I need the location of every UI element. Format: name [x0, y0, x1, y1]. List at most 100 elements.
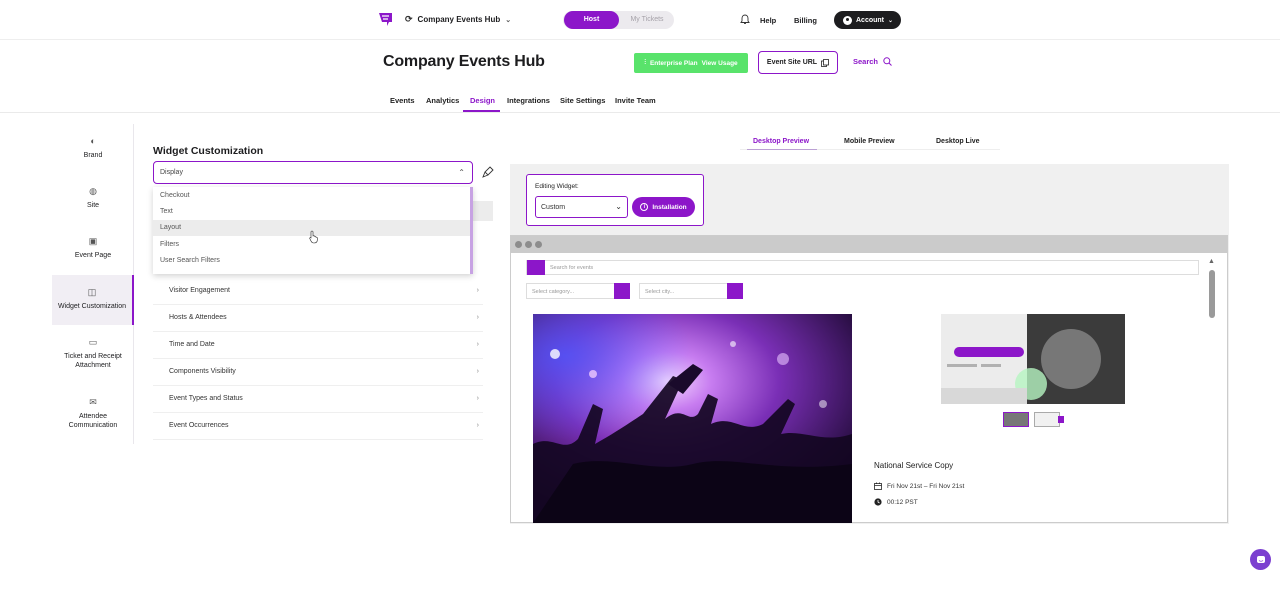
reset-style-button[interactable] [478, 163, 498, 181]
sidebar-item-label: Event Page [74, 252, 112, 259]
list-item-label: Time and Date [169, 341, 215, 348]
widget-icon: ◫ [87, 287, 97, 297]
widget-category-filter[interactable]: Select category... [526, 283, 630, 299]
plan-usage-button[interactable]: ⫶ Enterprise Plan View Usage [634, 53, 748, 73]
widget-category-select[interactable]: Display ⌃ [153, 161, 473, 184]
chevron-down-icon: ⌄ [615, 202, 622, 211]
billing-link[interactable]: Billing [794, 16, 817, 25]
dropdown-option-text[interactable]: Text [153, 204, 470, 220]
event-image[interactable] [533, 314, 852, 523]
scrollbar-thumb[interactable] [1209, 270, 1215, 318]
sidebar-item-label: Brand [83, 152, 103, 159]
role-host-button[interactable]: Host [564, 11, 619, 29]
chevron-down-icon: ⌄ [505, 16, 512, 24]
installation-label: Installation [652, 203, 687, 211]
event-title[interactable]: National Service Copy [874, 461, 953, 470]
active-preview-tab-indicator [747, 149, 817, 150]
event-date: Fri Nov 21st – Fri Nov 21st [874, 482, 964, 490]
sidebar-item-label: Widget Customization [57, 303, 127, 310]
view-usage-label: View Usage [701, 59, 738, 67]
chart-icon: ⫶ [644, 59, 646, 66]
installation-button[interactable]: i Installation [632, 197, 695, 217]
chevron-down-icon: ⌄ [888, 17, 894, 24]
tab-mobile-preview[interactable]: Mobile Preview [844, 138, 895, 145]
window-dot-icon [525, 241, 532, 248]
tab-desktop-preview[interactable]: Desktop Preview [753, 138, 809, 145]
role-my-tickets-button[interactable]: My Tickets [621, 11, 673, 29]
calendar-icon: ▣ [88, 236, 98, 246]
sidebar-item-brand[interactable]: ◐ Brand [52, 137, 134, 160]
main-tabs: Events Analytics Design Integrations Sit… [0, 92, 1280, 113]
widget-browser-preview: Search for events Select category... Sel… [510, 235, 1228, 523]
brand-logo[interactable] [378, 11, 394, 27]
window-dot-icon [535, 241, 542, 248]
list-item[interactable]: Components Visibility › [153, 359, 483, 386]
thumbnail-option[interactable] [1003, 412, 1029, 427]
list-item-label: Event Types and Status [169, 395, 243, 402]
sidebar-item-ticket-receipt[interactable]: ▭ Ticket and Receipt Attachment [52, 338, 134, 370]
sidebar-item-site[interactable]: ◍ Site [52, 187, 134, 210]
dropdown-icon [614, 283, 630, 299]
tab-analytics[interactable]: Analytics [426, 96, 459, 105]
editing-widget-panel: Editing Widget: Custom ⌄ i Installation [526, 174, 704, 226]
chevron-right-icon: › [476, 395, 479, 402]
list-item[interactable]: Time and Date › [153, 332, 483, 359]
widget-city-filter[interactable]: Select city... [639, 283, 743, 299]
sidebar-item-widget-customization[interactable]: ◫ Widget Customization [52, 275, 134, 325]
list-item[interactable]: Hosts & Attendees › [153, 305, 483, 332]
section-title: Widget Customization [153, 145, 264, 157]
tab-desktop-live[interactable]: Desktop Live [936, 138, 980, 145]
help-link[interactable]: Help [760, 16, 776, 25]
tab-design[interactable]: Design [470, 96, 495, 105]
chevron-right-icon: › [476, 422, 479, 429]
sidebar-item-event-page[interactable]: ▣ Event Page [52, 237, 134, 260]
search-label: Search [853, 57, 879, 66]
sidebar-item-label: Site [86, 202, 100, 209]
list-item[interactable]: Visitor Engagement › [153, 278, 483, 305]
thumbnail-badge-icon [1058, 416, 1064, 423]
widget-search-input[interactable]: Search for events [526, 260, 1199, 275]
header-search-button[interactable]: Search [853, 57, 892, 66]
widget-select-value: Custom [541, 204, 566, 211]
plan-label: Enterprise Plan [649, 59, 698, 67]
hand-cursor-icon [309, 230, 318, 244]
dropdown-option-user-search-filters[interactable]: User Search Filters [153, 253, 470, 269]
event-thumbnail[interactable] [941, 314, 1125, 404]
sidebar-item-label: Ticket and Receipt Attachment [64, 353, 122, 369]
brush-icon [482, 166, 494, 178]
tab-site-settings[interactable]: Site Settings [560, 96, 605, 105]
list-item[interactable]: Event Occurrences › [153, 413, 483, 440]
editing-widget-label: Editing Widget: [535, 183, 579, 190]
widget-select[interactable]: Custom ⌄ [535, 196, 628, 218]
clock-icon [874, 498, 882, 506]
preview-scrollbar[interactable]: ▲ [1207, 258, 1217, 520]
list-item[interactable]: Event Types and Status › [153, 386, 483, 413]
scroll-up-icon: ▲ [1208, 258, 1215, 265]
event-site-url-button[interactable]: Event Site URL [758, 51, 838, 74]
sidebar-item-label: Attendee Communication [68, 413, 118, 429]
bell-icon[interactable] [740, 14, 750, 25]
list-item-label: Hosts & Attendees [169, 314, 227, 321]
calendar-icon [874, 482, 882, 490]
list-item-label: Event Occurrences [169, 422, 229, 429]
thumbnail-option[interactable] [1034, 412, 1064, 427]
account-label: Account [856, 16, 884, 24]
user-avatar-icon [843, 15, 852, 25]
list-item-label: Visitor Engagement [169, 287, 230, 294]
account-button[interactable]: Account ⌄ [834, 11, 901, 29]
site-switcher[interactable]: ⟳ Company Events Hub ⌄ [405, 14, 511, 25]
select-value: Display [160, 169, 183, 176]
list-item-label: Components Visibility [169, 368, 236, 375]
sidebar-item-attendee-communication[interactable]: ✉ Attendee Communication [52, 398, 134, 430]
design-sidebar: ◐ Brand ◍ Site ▣ Event Page ◫ Widget Cus… [52, 124, 134, 444]
chevron-right-icon: › [476, 314, 479, 321]
mail-icon: ✉ [89, 397, 97, 407]
tab-invite-team[interactable]: Invite Team [615, 96, 656, 105]
tab-integrations[interactable]: Integrations [507, 96, 550, 105]
support-chat-button[interactable] [1250, 549, 1271, 570]
tab-events[interactable]: Events [390, 96, 415, 105]
category-placeholder: Select category... [532, 289, 575, 295]
city-placeholder: Select city... [645, 289, 675, 295]
dropdown-option-checkout[interactable]: Checkout [153, 188, 470, 204]
role-toggle: Host My Tickets [563, 11, 674, 29]
